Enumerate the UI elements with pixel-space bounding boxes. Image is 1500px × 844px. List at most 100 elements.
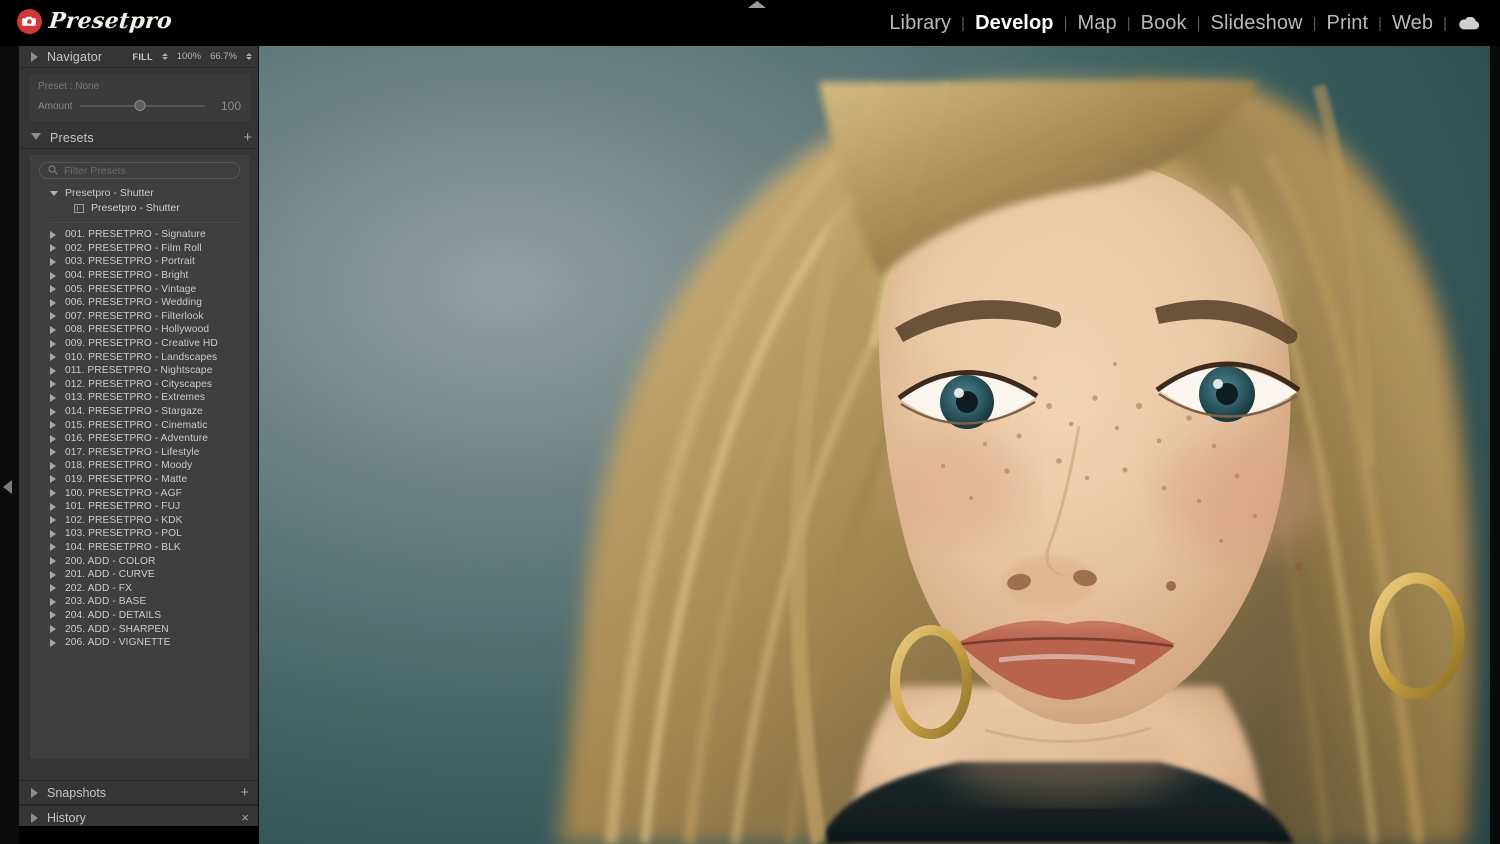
preset-row[interactable]: 010. PRESETPRO - Landscapes — [30, 350, 249, 364]
preset-item-presetpro-shutter[interactable]: Presetpro - Shutter — [30, 200, 249, 216]
amount-slider[interactable] — [80, 100, 205, 112]
chevron-right-icon[interactable] — [50, 407, 56, 416]
preset-row[interactable]: 004. PRESETPRO - Bright — [30, 269, 249, 283]
chevron-down-icon[interactable] — [50, 190, 58, 196]
chevron-right-icon[interactable] — [50, 516, 56, 525]
navigator-fit-mode[interactable]: FILL — [133, 52, 153, 62]
preset-row[interactable]: 005. PRESETPRO - Vintage — [30, 282, 249, 296]
module-library[interactable]: Library — [880, 12, 960, 35]
preset-row[interactable]: 204. ADD - DETAILS — [30, 609, 249, 623]
preset-row[interactable]: 019. PRESETPRO - Matte — [30, 473, 249, 487]
preset-row[interactable]: 205. ADD - SHARPEN — [30, 622, 249, 636]
chevron-right-icon[interactable] — [50, 557, 56, 566]
search-input[interactable]: Filter Presets — [39, 162, 240, 179]
preset-row[interactable]: 200. ADD - COLOR — [30, 554, 249, 568]
chevron-right-icon[interactable] — [50, 325, 56, 334]
chevron-right-icon[interactable] — [50, 421, 56, 430]
chevron-right-icon[interactable] — [50, 257, 56, 266]
preset-row[interactable]: 008. PRESETPRO - Hollywood — [30, 323, 249, 337]
module-book[interactable]: Book — [1132, 12, 1196, 35]
preset-row[interactable]: 014. PRESETPRO - Stargaze — [30, 405, 249, 419]
module-develop[interactable]: Develop — [966, 12, 1063, 35]
preset-row[interactable]: 003. PRESETPRO - Portrait — [30, 255, 249, 269]
preset-row[interactable]: 018. PRESETPRO - Moody — [30, 459, 249, 473]
chevron-right-icon[interactable] — [50, 638, 56, 647]
amount-row: Amount 100 — [38, 99, 241, 113]
preset-row[interactable]: 206. ADD - VIGNETTE — [30, 636, 249, 650]
module-slideshow[interactable]: Slideshow — [1202, 12, 1312, 35]
chevron-right-icon[interactable] — [50, 489, 56, 498]
chevron-right-icon[interactable] — [50, 570, 56, 579]
module-print[interactable]: Print — [1318, 12, 1378, 35]
chevron-right-icon[interactable] — [50, 502, 56, 511]
chevron-right-icon[interactable] — [50, 353, 56, 362]
preset-row[interactable]: 006. PRESETPRO - Wedding — [30, 296, 249, 310]
chevron-right-icon[interactable] — [50, 285, 56, 294]
preset-row[interactable]: 203. ADD - BASE — [30, 595, 249, 609]
chevron-right-icon[interactable] — [50, 584, 56, 593]
plus-icon[interactable]: + — [240, 785, 249, 800]
presets-header[interactable]: Presets + — [19, 127, 258, 149]
preset-row[interactable]: 007. PRESETPRO - Filterlook — [30, 310, 249, 324]
chevron-down-icon[interactable] — [31, 132, 41, 145]
chevron-right-icon[interactable] — [31, 51, 38, 62]
slider-knob[interactable] — [134, 100, 146, 111]
chevron-right-icon[interactable] — [50, 380, 56, 389]
preset-row[interactable]: 002. PRESETPRO - Film Roll — [30, 242, 249, 256]
chevron-right-icon[interactable] — [50, 393, 56, 402]
chevron-right-icon[interactable] — [31, 812, 38, 823]
chevron-right-icon[interactable] — [50, 271, 56, 280]
chevron-right-icon[interactable] — [50, 366, 56, 375]
preset-row[interactable]: 015. PRESETPRO - Cinematic — [30, 418, 249, 432]
chevron-right-icon[interactable] — [50, 625, 56, 634]
chevron-right-icon[interactable] — [50, 611, 56, 620]
preset-row[interactable]: 100. PRESETPRO - AGF — [30, 486, 249, 500]
chevron-right-icon[interactable] — [50, 230, 56, 239]
preset-row[interactable]: 017. PRESETPRO - Lifestyle — [30, 446, 249, 460]
presets-list[interactable]: Filter Presets Presetpro - Shutter Prese… — [29, 154, 250, 759]
chevron-right-icon[interactable] — [50, 312, 56, 321]
preset-row[interactable]: 011. PRESETPRO - Nightscape — [30, 364, 249, 378]
plus-icon[interactable]: + — [243, 130, 252, 145]
preset-row[interactable]: 202. ADD - FX — [30, 581, 249, 595]
module-picker: Library | Develop | Map | Book | Slidesh… — [880, 0, 1486, 46]
chevron-right-icon[interactable] — [50, 597, 56, 606]
preset-row[interactable]: 103. PRESETPRO - POL — [30, 527, 249, 541]
preset-row[interactable]: 104. PRESETPRO - BLK — [30, 541, 249, 555]
chevron-right-icon[interactable] — [50, 298, 56, 307]
chevron-right-icon[interactable] — [50, 543, 56, 552]
brand-logo[interactable]: Presetpro — [17, 8, 173, 34]
chevron-right-icon[interactable] — [50, 244, 56, 253]
photo-preview[interactable] — [259, 46, 1490, 844]
filter-presets-wrap: Filter Presets — [30, 162, 249, 186]
chevron-right-icon[interactable] — [50, 475, 56, 484]
preset-group-presetpro-shutter[interactable]: Presetpro - Shutter — [30, 186, 249, 200]
chevron-right-icon[interactable] — [50, 448, 56, 457]
navigator-zoom-current[interactable]: 66.7% — [210, 51, 237, 62]
chevron-right-icon[interactable] — [50, 434, 56, 443]
panel-history[interactable]: History × — [19, 805, 258, 826]
close-icon[interactable]: × — [241, 811, 249, 824]
preset-row[interactable]: 102. PRESETPRO - KDK — [30, 513, 249, 527]
preset-row[interactable]: 016. PRESETPRO - Adventure — [30, 432, 249, 446]
preset-row[interactable]: 101. PRESETPRO - FUJ — [30, 500, 249, 514]
navigator-header[interactable]: Navigator FILL 100% 66.7% — [19, 46, 258, 68]
preset-row[interactable]: 013. PRESETPRO - Extremes — [30, 391, 249, 405]
stepper-updown-icon[interactable] — [246, 53, 252, 60]
preset-row[interactable]: 012. PRESETPRO - Cityscapes — [30, 378, 249, 392]
module-web[interactable]: Web — [1383, 12, 1442, 35]
chevron-right-icon[interactable] — [50, 529, 56, 538]
stepper-updown-icon[interactable] — [161, 53, 168, 60]
panel-snapshots[interactable]: Snapshots + — [19, 780, 258, 805]
preset-row[interactable]: 009. PRESETPRO - Creative HD — [30, 337, 249, 351]
cloud-icon[interactable] — [1448, 16, 1486, 30]
chevron-right-icon[interactable] — [50, 461, 56, 470]
preset-row[interactable]: 201. ADD - CURVE — [30, 568, 249, 582]
triangle-up-icon[interactable] — [748, 1, 766, 8]
triangle-left-icon[interactable] — [3, 480, 12, 494]
chevron-right-icon[interactable] — [31, 787, 38, 798]
preset-row[interactable]: 001. PRESETPRO - Signature — [30, 228, 249, 242]
module-map[interactable]: Map — [1069, 12, 1126, 35]
navigator-zoom-100[interactable]: 100% — [177, 51, 201, 62]
chevron-right-icon[interactable] — [50, 339, 56, 348]
